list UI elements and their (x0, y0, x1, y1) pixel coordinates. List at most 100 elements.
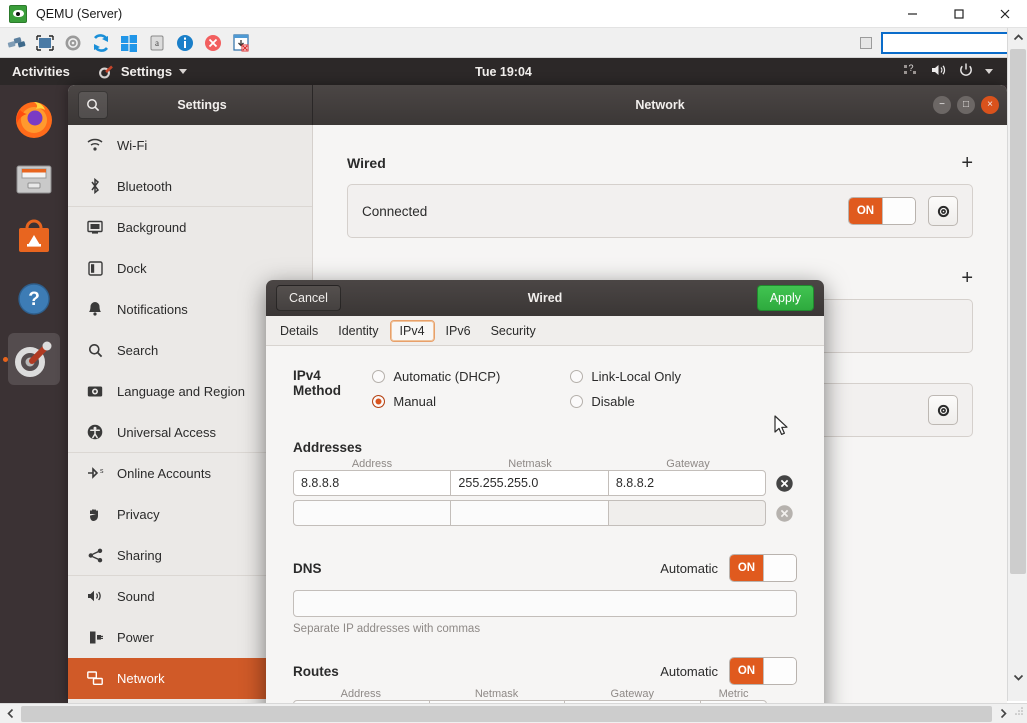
close-icon[interactable] (981, 0, 1027, 28)
topbar-clock[interactable]: Tue 19:04 (0, 65, 1007, 79)
dock-item-files[interactable] (8, 153, 60, 205)
gateway-input[interactable] (608, 500, 766, 526)
vertical-scrollbar[interactable] (1007, 28, 1027, 701)
radio-label: Automatic (DHCP) (393, 369, 500, 384)
toolbar-text-input[interactable] (881, 32, 1023, 54)
sidebar-item-label: Sound (117, 589, 155, 604)
minimize-icon[interactable] (889, 0, 935, 28)
search-icon[interactable] (78, 91, 108, 119)
gateway-input[interactable]: 8.8.8.2 (608, 470, 766, 496)
qemu-toolbar: a (0, 28, 1027, 58)
address-input[interactable] (293, 500, 451, 526)
dns-heading: DNS (293, 561, 322, 576)
address-input[interactable]: 8.8.8.8 (293, 470, 451, 496)
window-minimize-button[interactable]: − (933, 96, 951, 114)
routes-automatic-control: Automatic ON (660, 657, 797, 685)
add-vpn-button[interactable]: + (961, 268, 973, 288)
radio-indicator (372, 370, 385, 383)
tab-identity[interactable]: Identity (329, 321, 387, 341)
refresh-icon[interactable] (88, 30, 114, 56)
dns-automatic-toggle[interactable]: ON (729, 554, 797, 582)
radio-label: Disable (591, 394, 634, 409)
qemu-titlebar: QEMU (Server) (0, 0, 1027, 28)
connection-settings-gear-icon[interactable] (928, 196, 958, 226)
windows-logo-icon[interactable] (116, 30, 142, 56)
netmask-input[interactable] (450, 500, 608, 526)
toggle-knob (763, 658, 796, 684)
add-wired-connection-button[interactable]: + (961, 153, 973, 173)
wired-connection-card: Connected ON (347, 184, 973, 238)
window-maximize-button[interactable]: □ (957, 96, 975, 114)
radio-link-local-only[interactable]: Link-Local Only (570, 364, 768, 389)
svg-text:?: ? (28, 289, 40, 310)
tab-security[interactable]: Security (482, 321, 545, 341)
tertiary-settings-gear-icon[interactable] (928, 395, 958, 425)
settings-gear-icon[interactable] (60, 30, 86, 56)
apply-button[interactable]: Apply (757, 285, 814, 311)
sidebar-item-wi-fi[interactable]: Wi-Fi (68, 125, 312, 166)
svg-text:s: s (100, 468, 104, 475)
cancel-button[interactable]: Cancel (276, 285, 341, 311)
bluetooth-icon (86, 178, 104, 194)
svg-text:a: a (155, 38, 159, 48)
tab-ipv6[interactable]: IPv6 (437, 321, 480, 341)
delete-circle-icon[interactable] (771, 500, 797, 526)
radio-disable[interactable]: Disable (570, 389, 768, 414)
wifi-icon (86, 138, 104, 152)
scroll-down-button[interactable] (1008, 668, 1027, 687)
settings-window-controls: − □ × (933, 96, 999, 114)
sidebar-item-label: Language and Region (117, 384, 245, 399)
qemu-eye-icon (9, 5, 27, 23)
dock-item-help[interactable]: ? (8, 273, 60, 325)
dns-automatic-label: Automatic (660, 561, 718, 576)
radio-label: Link-Local Only (591, 369, 681, 384)
routes-column-headers: Address Netmask Gateway Metric (293, 688, 767, 700)
qemu-window-title: QEMU (Server) (36, 7, 122, 21)
ipv4-method-row: IPv4 Method Automatic (DHCP) Link-Local … (293, 364, 797, 414)
scale-icon[interactable]: a (144, 30, 170, 56)
netmask-input[interactable]: 255.255.255.0 (450, 470, 608, 496)
network-connect-icon[interactable] (4, 30, 30, 56)
horizontal-scrollbar-thumb[interactable] (21, 706, 992, 722)
column-header-address: Address (293, 688, 429, 700)
radio-manual[interactable]: Manual (372, 389, 570, 414)
horizontal-scrollbar[interactable] (0, 703, 1027, 723)
qemu-window-buttons (889, 0, 1027, 28)
cancel-icon[interactable] (200, 30, 226, 56)
toolbar-small-box[interactable] (860, 37, 872, 49)
radio-label: Manual (393, 394, 436, 409)
dock-item-ubuntu-software[interactable] (8, 213, 60, 265)
resize-grip[interactable] (1013, 704, 1027, 723)
dock-icon (86, 261, 104, 276)
dns-hint: Separate IP addresses with commas (293, 623, 797, 635)
vertical-scrollbar-thumb[interactable] (1010, 49, 1026, 574)
wired-settings-dialog: Cancel Wired Apply Details Identity IPv4… (266, 280, 824, 703)
scroll-left-button[interactable] (0, 704, 20, 723)
radio-automatic-dhcp[interactable]: Automatic (DHCP) (372, 364, 570, 389)
dns-servers-input[interactable] (293, 590, 797, 617)
connection-toggle[interactable]: ON (848, 197, 916, 225)
dialog-headerbar: Cancel Wired Apply (266, 280, 824, 316)
radio-indicator-selected (372, 395, 385, 408)
sidebar-item-label: Sharing (117, 548, 162, 563)
routes-automatic-toggle[interactable]: ON (729, 657, 797, 685)
tab-ipv4[interactable]: IPv4 (390, 320, 435, 342)
fullscreen-icon[interactable] (32, 30, 58, 56)
scroll-up-button[interactable] (1008, 28, 1027, 47)
sidebar-item-label: Power (117, 630, 154, 645)
help-icon: ? (11, 276, 57, 322)
dock-item-settings[interactable] (8, 333, 60, 385)
sidebar-item-label: Online Accounts (117, 466, 211, 481)
maximize-icon[interactable] (935, 0, 981, 28)
column-header-netmask: Netmask (451, 458, 609, 470)
delete-circle-icon[interactable] (771, 470, 797, 496)
scroll-right-button[interactable] (993, 704, 1013, 723)
sidebar-item-bluetooth[interactable]: Bluetooth (68, 166, 312, 207)
window-close-button[interactable]: × (981, 96, 999, 114)
snapshot-icon[interactable] (228, 30, 254, 56)
sidebar-item-background[interactable]: Background (68, 207, 312, 248)
info-icon[interactable] (172, 30, 198, 56)
dock-item-firefox[interactable] (8, 93, 60, 145)
tab-details[interactable]: Details (271, 321, 327, 341)
language-icon (86, 385, 104, 398)
